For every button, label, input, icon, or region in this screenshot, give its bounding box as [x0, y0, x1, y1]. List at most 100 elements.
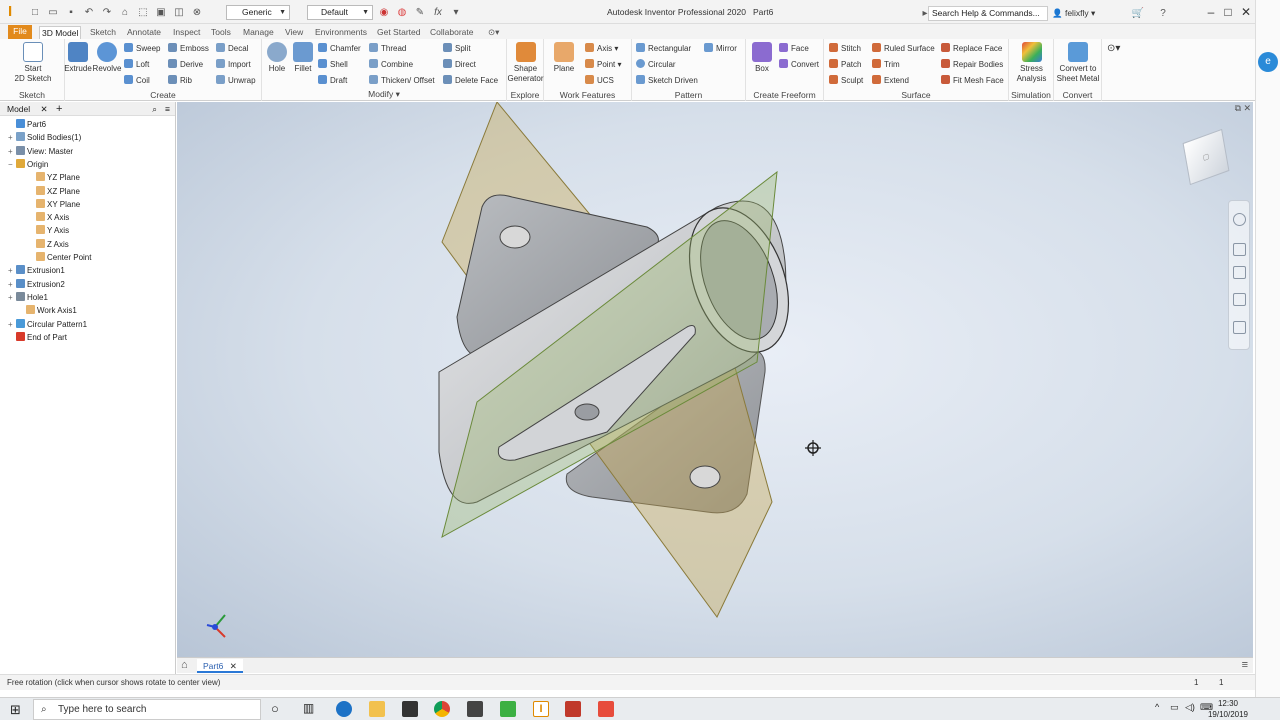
ribbon-options-icon[interactable]: ⊙▾: [486, 26, 501, 39]
fit-mesh-face-button[interactable]: Fit Mesh Face: [941, 75, 1004, 87]
inventor-taskbar-icon[interactable]: I: [533, 701, 549, 717]
derive-button[interactable]: Derive: [168, 59, 203, 71]
adjust-icon[interactable]: ✎: [413, 5, 427, 19]
sketch-driven-button[interactable]: Sketch Driven: [636, 75, 698, 87]
sweep-button[interactable]: Sweep: [124, 43, 160, 55]
tree-node[interactable]: + Circular Pattern1: [8, 318, 87, 331]
expand-icon[interactable]: +: [8, 292, 16, 304]
convert-sheet-metal-button[interactable]: Convert to Sheet Metal: [1054, 42, 1102, 84]
side-app-icon[interactable]: e: [1258, 52, 1278, 72]
delete-face-button[interactable]: Delete Face: [443, 75, 498, 87]
tree-node[interactable]: XZ Plane: [28, 185, 80, 198]
ucs-button[interactable]: UCS: [585, 75, 614, 87]
tree-node[interactable]: Center Point: [28, 252, 91, 264]
loft-button[interactable]: Loft: [124, 59, 149, 71]
tab-sketch[interactable]: Sketch: [88, 26, 118, 39]
tabs-menu-icon[interactable]: ≡: [1242, 659, 1248, 671]
thicken-offset-button[interactable]: Thicken/ Offset: [369, 75, 435, 87]
stress-analysis-button[interactable]: Stress Analysis: [1011, 42, 1052, 84]
tab-view[interactable]: View: [283, 26, 305, 39]
start-2d-sketch-button[interactable]: Start 2D Sketch: [10, 42, 56, 84]
expand-icon[interactable]: +: [8, 146, 16, 158]
tab-collaborate[interactable]: Collaborate: [428, 26, 475, 39]
ribbon-more-icon[interactable]: ⊙▾: [1107, 43, 1120, 55]
rib-button[interactable]: Rib: [168, 75, 192, 87]
tab-inspect[interactable]: Inspect: [171, 26, 202, 39]
tree-node[interactable]: − Origin: [8, 158, 48, 171]
tab-tools[interactable]: Tools: [209, 26, 233, 39]
customize-icon[interactable]: ▾: [449, 5, 463, 19]
coil-button[interactable]: Coil: [124, 75, 150, 87]
task-view-icon[interactable]: ▥: [303, 701, 314, 715]
axis-button[interactable]: Axis ▾: [585, 43, 618, 55]
tab-file[interactable]: File: [8, 25, 32, 39]
graphics-viewport[interactable]: ▢ ⧉ ✕: [177, 102, 1253, 657]
ruled-surface-button[interactable]: Ruled Surface: [872, 43, 935, 55]
camtasia-icon[interactable]: [500, 701, 516, 717]
expand-icon[interactable]: −: [8, 159, 16, 171]
taskbar-search-input[interactable]: ⌕ Type here to search: [33, 699, 261, 720]
thread-button[interactable]: Thread: [369, 43, 406, 55]
chamfer-button[interactable]: Chamfer: [318, 43, 361, 55]
tray-chevron-icon[interactable]: ^: [1155, 702, 1159, 712]
model-canvas[interactable]: [177, 102, 1253, 657]
volume-icon[interactable]: ◁): [1185, 702, 1195, 713]
edge-icon[interactable]: [336, 701, 352, 717]
add-browser-icon[interactable]: +: [56, 103, 62, 115]
viewport-close-icon[interactable]: ✕: [1243, 103, 1251, 114]
tab-environments[interactable]: Environments: [313, 26, 369, 39]
maximize-button[interactable]: □: [1220, 4, 1236, 20]
update-icon[interactable]: ▣: [154, 5, 168, 19]
tab-annotate[interactable]: Annotate: [125, 26, 163, 39]
extend-button[interactable]: Extend: [872, 75, 909, 87]
store-icon[interactable]: [402, 701, 418, 717]
tab-3d-model[interactable]: 3D Model: [39, 26, 82, 39]
mail-icon[interactable]: [467, 701, 483, 717]
chrome-icon[interactable]: [434, 701, 450, 717]
expand-icon[interactable]: +: [8, 279, 16, 291]
tree-node[interactable]: YZ Plane: [28, 172, 80, 184]
windows-start-icon[interactable]: ⊞: [10, 702, 21, 718]
user-account[interactable]: 👤 felixfly ▾: [1052, 8, 1095, 19]
menu-icon[interactable]: ≡: [165, 102, 170, 116]
tree-node[interactable]: XY Plane: [28, 198, 80, 211]
fx-icon[interactable]: fx: [431, 5, 445, 19]
network-icon[interactable]: ▭: [1170, 702, 1179, 713]
fillet-button[interactable]: Fillet: [290, 42, 316, 74]
expand-icon[interactable]: +: [8, 132, 16, 144]
close-tab-icon[interactable]: ✕: [230, 661, 237, 671]
viewport-restore-icon[interactable]: ⧉: [1235, 103, 1241, 114]
material-combo[interactable]: Generic ▼: [226, 5, 290, 20]
point-button[interactable]: Point ▾: [585, 59, 621, 71]
expand-icon[interactable]: +: [8, 319, 16, 331]
search-input[interactable]: Search Help & Commands...: [928, 6, 1048, 21]
new-icon[interactable]: □: [28, 5, 42, 19]
shell-button[interactable]: Shell: [318, 59, 348, 71]
save-icon[interactable]: ▪: [64, 5, 78, 19]
hole-button[interactable]: Hole: [264, 42, 290, 74]
redo-icon[interactable]: ↷: [100, 5, 114, 19]
split-button[interactable]: Split: [443, 43, 471, 55]
replace-face-button[interactable]: Replace Face: [941, 43, 1002, 55]
tree-node[interactable]: Work Axis1: [18, 305, 77, 317]
tree-node[interactable]: + Hole1: [8, 291, 48, 304]
file-explorer-icon[interactable]: [369, 701, 385, 717]
properties-icon[interactable]: ◫: [172, 5, 186, 19]
select-icon[interactable]: ⬚: [136, 5, 150, 19]
cortana-icon[interactable]: ○: [271, 701, 279, 716]
decal-button[interactable]: Decal: [216, 43, 248, 55]
doc-tab-part6[interactable]: Part6 ✕: [197, 659, 243, 673]
close-browser-icon[interactable]: ✕: [41, 104, 48, 114]
material-icon[interactable]: ⊗: [190, 5, 204, 19]
combine-button[interactable]: Combine: [369, 59, 413, 71]
mirror-button[interactable]: Mirror: [704, 43, 737, 55]
help-icon[interactable]: ?: [1156, 6, 1170, 20]
cart-icon[interactable]: 🛒: [1131, 6, 1145, 20]
tree-node[interactable]: Z Axis: [28, 238, 69, 251]
stitch-button[interactable]: Stitch: [829, 43, 861, 55]
minimize-button[interactable]: –: [1203, 4, 1219, 20]
tree-node[interactable]: + Solid Bodies(1): [8, 132, 81, 144]
appearance-icon[interactable]: ◉: [377, 5, 391, 19]
repair-bodies-button[interactable]: Repair Bodies: [941, 59, 1003, 71]
face-button[interactable]: Face: [779, 43, 809, 55]
